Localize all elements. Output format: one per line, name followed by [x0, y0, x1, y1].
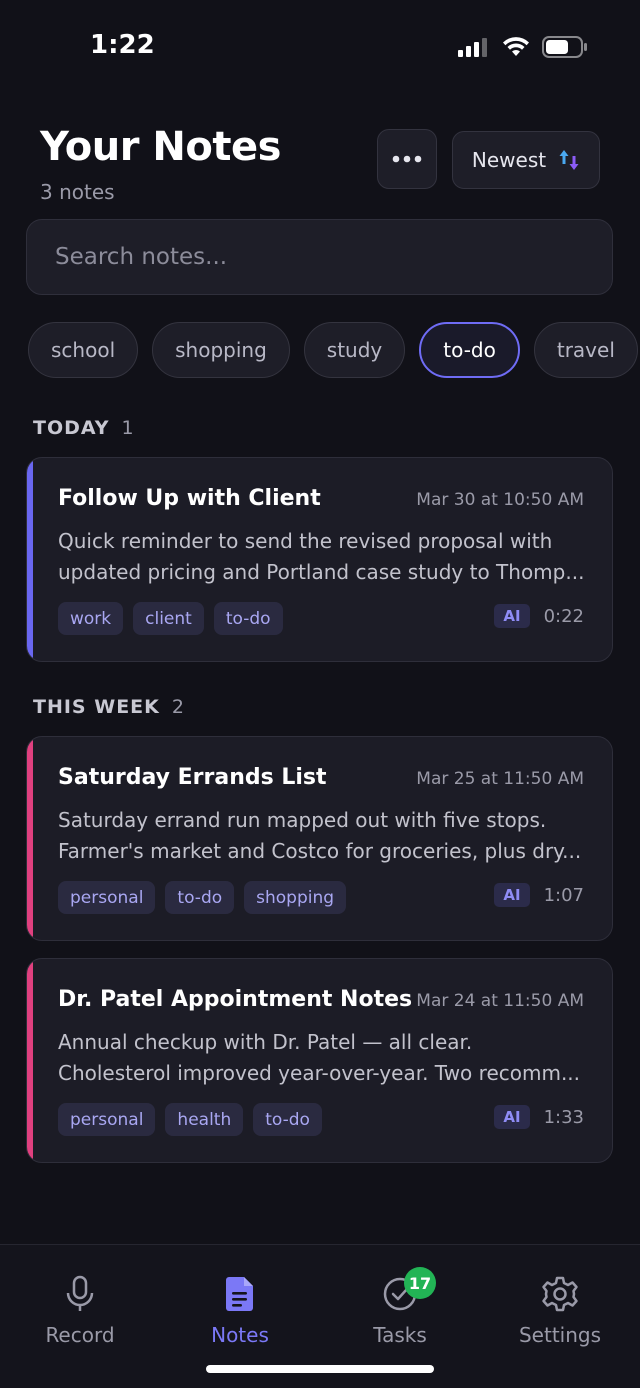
note-card[interactable]: Dr. Patel Appointment Notes Mar 24 at 11…: [26, 958, 613, 1163]
note-accent-bar: [27, 737, 33, 940]
tab-notes[interactable]: Notes: [180, 1275, 300, 1347]
note-duration: 0:22: [543, 605, 584, 627]
tag-filters: school shopping study to-do travel: [28, 322, 638, 380]
status-icons: [458, 36, 588, 58]
tab-label: Record: [45, 1323, 115, 1347]
note-meta: AI 1:33: [494, 1105, 584, 1129]
note-preview: Saturday errand run mapped out with five…: [58, 805, 588, 867]
section-title: THIS WEEK: [33, 696, 160, 718]
note-preview-line: Cholesterol improved year-over-year. Two…: [58, 1061, 581, 1085]
document-icon: [226, 1277, 253, 1311]
tab-label: Tasks: [373, 1323, 427, 1347]
note-tags: personal health to-do: [58, 1103, 322, 1136]
note-preview-line: updated pricing and Portland case study …: [58, 560, 585, 584]
note-accent-bar: [27, 959, 33, 1162]
note-tag[interactable]: to-do: [213, 602, 283, 635]
sort-arrows-icon: [559, 150, 579, 170]
note-preview-line: Quick reminder to send the revised propo…: [58, 529, 553, 553]
note-tag[interactable]: work: [58, 602, 124, 635]
note-title: Dr. Patel Appointment Notes: [58, 987, 413, 1012]
note-tags: work client to-do: [58, 602, 283, 635]
note-duration: 1:33: [543, 1106, 584, 1128]
sort-label: Newest: [471, 148, 547, 172]
note-count: 3 notes: [40, 180, 115, 204]
filter-chip-school[interactable]: school: [28, 322, 139, 378]
battery-icon: [542, 36, 587, 58]
note-preview-line: Annual checkup with Dr. Patel — all clea…: [58, 1030, 473, 1054]
tab-label: Notes: [211, 1323, 269, 1347]
note-card[interactable]: Saturday Errands List Mar 25 at 11:50 AM…: [26, 736, 613, 941]
tab-tasks[interactable]: 17 Tasks: [340, 1267, 460, 1347]
wifi-icon: [503, 37, 529, 56]
more-options-button[interactable]: [377, 129, 437, 189]
note-preview-line: Saturday errand run mapped out with five…: [58, 808, 547, 832]
note-date: Mar 25 at 11:50 AM: [416, 769, 584, 789]
ai-badge: AI: [494, 604, 530, 628]
filter-chip-study[interactable]: study: [303, 322, 406, 378]
search-bar: [26, 219, 613, 295]
cellular-signal-icon: [458, 38, 487, 57]
section-count: 1: [121, 417, 134, 439]
note-accent-bar: [27, 458, 33, 661]
search-input[interactable]: [53, 243, 586, 271]
section-header-today: TODAY 1: [33, 417, 134, 439]
note-tag[interactable]: to-do: [253, 1103, 322, 1136]
page-title: Your Notes: [40, 124, 281, 170]
note-tag[interactable]: health: [165, 1103, 244, 1136]
note-preview: Annual checkup with Dr. Patel — all clea…: [58, 1027, 588, 1089]
note-tag[interactable]: personal: [58, 881, 156, 914]
section-title: TODAY: [33, 417, 110, 439]
note-title: Saturday Errands List: [58, 765, 327, 790]
tab-record[interactable]: Record: [20, 1275, 140, 1347]
note-card[interactable]: Follow Up with Client Mar 30 at 10:50 AM…: [26, 457, 613, 662]
note-meta: AI 1:07: [494, 883, 584, 907]
sort-button[interactable]: Newest: [452, 131, 600, 189]
note-tag[interactable]: shopping: [244, 881, 347, 914]
ai-badge: AI: [494, 1105, 530, 1129]
note-duration: 1:07: [543, 884, 584, 906]
microphone-icon: [66, 1275, 94, 1311]
filter-chip-travel[interactable]: travel: [533, 322, 638, 378]
home-indicator: [206, 1365, 434, 1373]
note-meta: AI 0:22: [494, 604, 584, 628]
section-count: 2: [171, 696, 184, 718]
note-preview-line: Farmer's market and Costco for groceries…: [58, 839, 582, 863]
note-date: Mar 24 at 11:50 AM: [416, 991, 584, 1011]
tab-settings[interactable]: Settings: [500, 1275, 620, 1347]
note-tag[interactable]: client: [133, 602, 204, 635]
note-tags: personal to-do shopping: [58, 881, 347, 914]
status-bar: 1:22: [0, 0, 640, 96]
tab-label: Settings: [518, 1323, 602, 1347]
section-header-this-week: THIS WEEK 2: [33, 696, 184, 718]
ellipsis-icon: [392, 155, 422, 163]
note-date: Mar 30 at 10:50 AM: [416, 490, 584, 510]
gear-icon: [542, 1276, 578, 1312]
note-tag[interactable]: to-do: [165, 881, 235, 914]
ai-badge: AI: [494, 883, 530, 907]
header: Your Notes 3 notes Newest: [0, 120, 640, 210]
tasks-count-badge: 17: [404, 1267, 436, 1299]
note-tag[interactable]: personal: [58, 1103, 156, 1136]
status-time: 1:22: [90, 30, 155, 60]
note-title: Follow Up with Client: [58, 486, 321, 511]
note-preview: Quick reminder to send the revised propo…: [58, 526, 588, 588]
filter-chip-to-do[interactable]: to-do: [419, 322, 520, 378]
filter-chip-shopping[interactable]: shopping: [152, 322, 290, 378]
